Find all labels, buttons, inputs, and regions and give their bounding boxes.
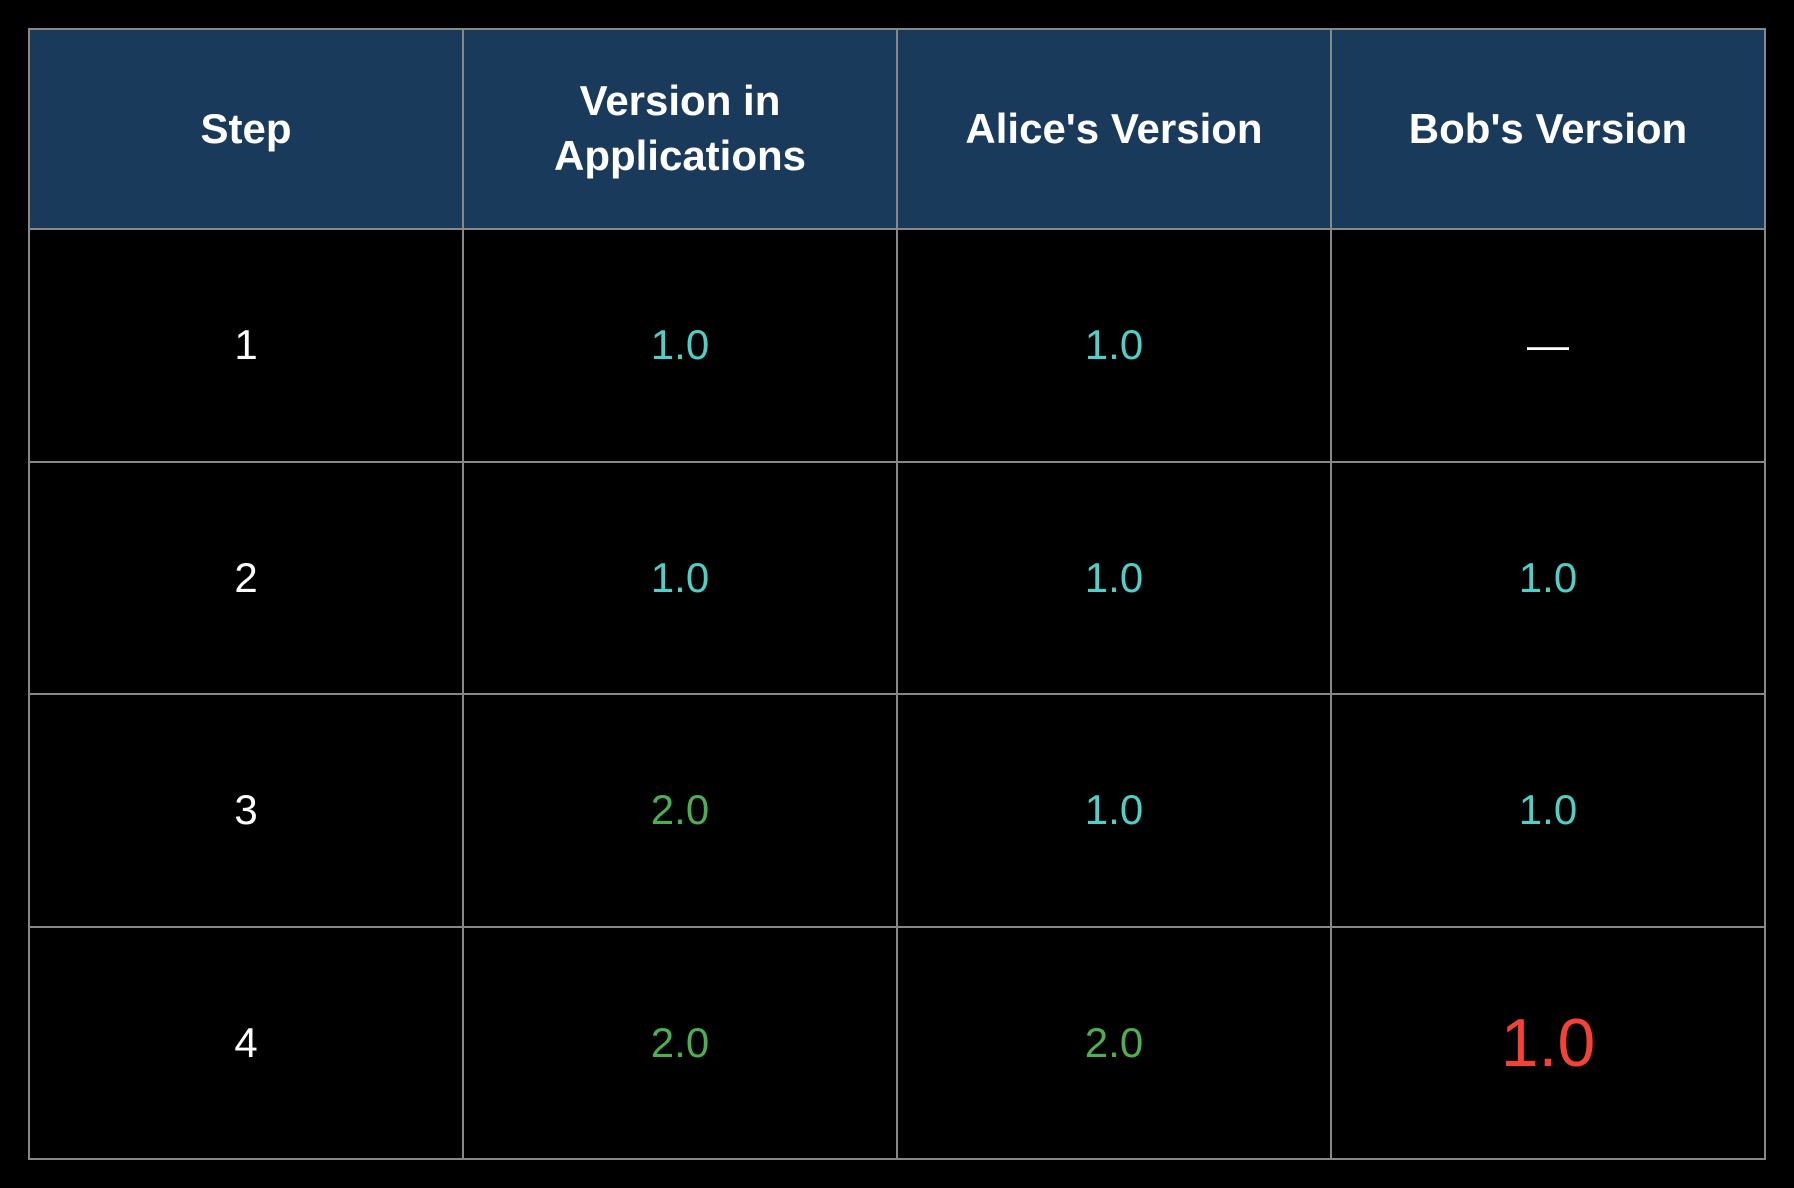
- cell-bob: 1.0: [1331, 694, 1765, 927]
- header-bob: Bob's Version: [1331, 29, 1765, 229]
- cell-alice: 1.0: [897, 694, 1331, 927]
- header-applications: Version in Applications: [463, 29, 897, 229]
- table-row: 2 1.0 1.0 1.0: [29, 462, 1765, 695]
- table-row: 3 2.0 1.0 1.0: [29, 694, 1765, 927]
- header-alice: Alice's Version: [897, 29, 1331, 229]
- cell-alice: 1.0: [897, 229, 1331, 462]
- version-table: Step Version in Applications Alice's Ver…: [28, 28, 1766, 1160]
- cell-alice: 2.0: [897, 927, 1331, 1160]
- cell-applications: 2.0: [463, 694, 897, 927]
- cell-step: 3: [29, 694, 463, 927]
- table-row: 1 1.0 1.0 —: [29, 229, 1765, 462]
- cell-step: 1: [29, 229, 463, 462]
- table-row: 4 2.0 2.0 1.0: [29, 927, 1765, 1160]
- table-header-row: Step Version in Applications Alice's Ver…: [29, 29, 1765, 229]
- cell-step: 4: [29, 927, 463, 1160]
- header-step: Step: [29, 29, 463, 229]
- cell-alice: 1.0: [897, 462, 1331, 695]
- cell-applications: 2.0: [463, 927, 897, 1160]
- cell-applications: 1.0: [463, 462, 897, 695]
- cell-bob: 1.0: [1331, 462, 1765, 695]
- cell-step: 2: [29, 462, 463, 695]
- cell-applications: 1.0: [463, 229, 897, 462]
- cell-bob-conflict: 1.0: [1331, 927, 1765, 1160]
- cell-bob: —: [1331, 229, 1765, 462]
